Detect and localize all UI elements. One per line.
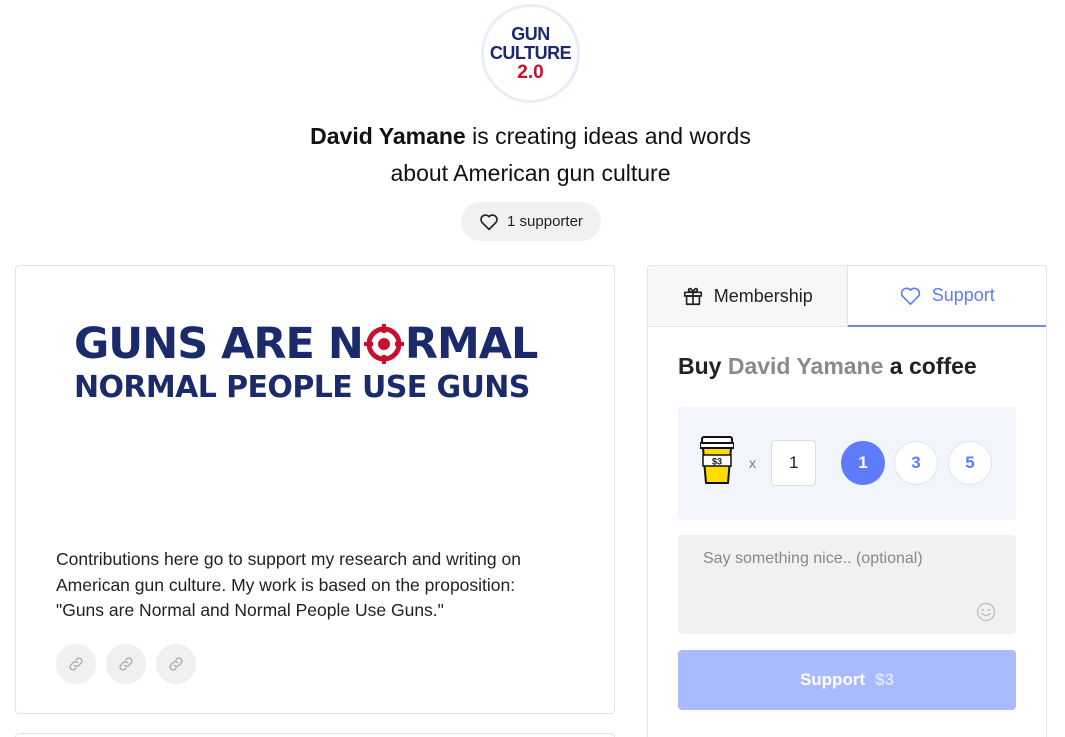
link-button-1[interactable]: [56, 644, 96, 684]
support-card: Membership Support Buy David Yamane a co…: [647, 265, 1047, 737]
supporters-count-pill[interactable]: 1 supporter: [461, 202, 601, 241]
banner-line1-start: GUNS ARE N: [74, 319, 364, 369]
next-card: [15, 733, 615, 737]
link-icon: [119, 657, 133, 671]
quantity-input[interactable]: [771, 440, 816, 486]
support-button-label: Support: [799, 670, 866, 689]
link-icon: [69, 657, 83, 671]
gift-icon: [683, 287, 702, 306]
link-button-3[interactable]: [156, 644, 196, 684]
support-button-amount: $3: [875, 670, 895, 689]
buy-coffee-title: Buy David Yamane a coffee: [678, 353, 977, 380]
tab-support[interactable]: Support: [847, 266, 1046, 327]
tab-membership[interactable]: Membership: [648, 266, 848, 326]
preset-5-button[interactable]: 5: [948, 441, 992, 485]
creator-headline: David Yamane is creating ideas and words…: [0, 118, 1061, 192]
tab-membership-label: Membership: [713, 285, 813, 306]
headline-text-2: about American gun culture: [390, 160, 671, 186]
social-links: [56, 644, 196, 684]
link-icon: [169, 657, 183, 671]
tab-support-label: Support: [931, 285, 995, 305]
heart-icon: [480, 213, 498, 230]
creator-name[interactable]: David Yamane: [310, 123, 466, 149]
creator-avatar: GUN CULTURE 2.0: [481, 4, 580, 103]
banner-line1-end: RMAL: [404, 319, 539, 369]
description-line: Contributions here go to support my rese…: [56, 549, 521, 569]
headline-text-1: is creating ideas and words: [472, 123, 751, 149]
support-submit-button[interactable]: Support $3: [678, 650, 1016, 710]
support-tabs: Membership Support: [648, 266, 1046, 327]
heart-icon: [900, 287, 920, 305]
about-card: GUNS ARE N RMAL NORMAL PEOPLE USE GUNS C…: [15, 265, 615, 714]
about-description: Contributions here go to support my rese…: [56, 547, 576, 624]
preset-3-button[interactable]: 3: [894, 441, 938, 485]
title-prefix: Buy: [678, 353, 722, 379]
title-creator-name: David Yamane: [727, 353, 884, 379]
emoji-icon[interactable]: [976, 602, 996, 622]
logo-line-2: CULTURE: [489, 43, 572, 63]
description-line: "Guns are Normal and Normal People Use G…: [56, 600, 444, 620]
crosshair-target-icon: [363, 324, 404, 364]
about-banner: GUNS ARE N RMAL NORMAL PEOPLE USE GUNS: [74, 318, 554, 406]
banner-line2: NORMAL PEOPLE USE GUNS: [74, 370, 530, 405]
link-button-2[interactable]: [106, 644, 146, 684]
coffee-price-label: $3: [712, 457, 722, 467]
coffee-cup-icon: $3: [700, 436, 734, 484]
supporters-label: 1 supporter: [507, 213, 583, 230]
logo-line-1: GUN: [511, 24, 550, 44]
coffee-quantity-box: $3 x 1 3 5: [678, 407, 1016, 520]
times-symbol: x: [749, 455, 756, 471]
logo-line-3: 2.0: [517, 62, 544, 83]
message-field[interactable]: [678, 535, 1016, 634]
description-line: American gun culture. My work is based o…: [56, 574, 516, 595]
preset-1-button[interactable]: 1: [841, 441, 885, 485]
title-suffix: a coffee: [889, 353, 977, 379]
